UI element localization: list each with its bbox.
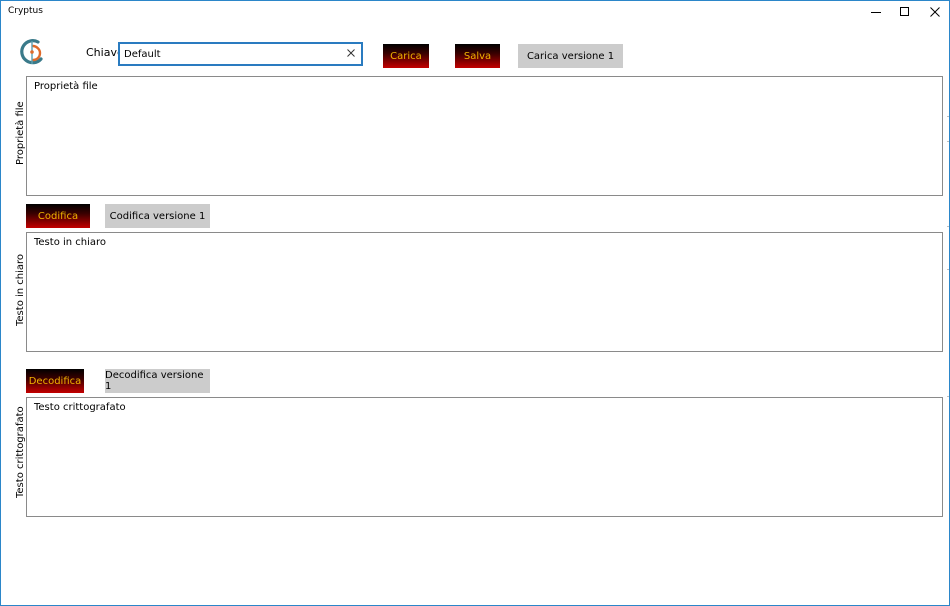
encode-button[interactable]: Codifica <box>26 204 90 228</box>
window-title: Cryptus <box>8 6 43 16</box>
file-properties-side-label: Proprietà file <box>15 101 26 165</box>
minimize-icon <box>871 12 881 13</box>
edge-tick <box>947 141 949 142</box>
edge-tick <box>947 116 949 117</box>
maximize-button[interactable] <box>890 1 920 23</box>
cipher-text-area[interactable]: Testo crittografato <box>26 397 943 517</box>
decode-v1-button[interactable]: Decodifica versione 1 <box>105 369 210 393</box>
close-button[interactable] <box>920 1 949 23</box>
edge-tick <box>947 269 949 270</box>
edge-tick <box>947 226 949 227</box>
plain-text-content: Testo in chiaro <box>34 237 107 248</box>
app-window: Cryptus Chiave Carica Salva Carica versi… <box>0 0 950 606</box>
file-properties-panel[interactable]: Proprietà file <box>26 76 943 196</box>
plain-text-side-label: Testo in chiaro <box>15 253 26 326</box>
load-button[interactable]: Carica <box>383 44 429 68</box>
close-icon <box>930 7 940 17</box>
maximize-icon <box>900 7 909 16</box>
app-logo-icon <box>17 37 47 67</box>
minimize-button[interactable] <box>861 1 891 23</box>
edge-tick <box>947 396 949 397</box>
title-bar[interactable]: Cryptus <box>1 1 949 23</box>
decode-button[interactable]: Decodifica <box>26 369 84 393</box>
file-properties-text: Proprietà file <box>34 81 98 92</box>
load-v1-button[interactable]: Carica versione 1 <box>518 44 623 68</box>
cipher-text-side-label: Testo crittografato <box>15 406 26 498</box>
save-button[interactable]: Salva <box>455 44 500 68</box>
key-input[interactable] <box>124 46 334 62</box>
plain-text-area[interactable]: Testo in chiaro <box>26 232 943 352</box>
clear-icon[interactable] <box>346 48 356 58</box>
key-field[interactable] <box>118 42 363 66</box>
cipher-text-content: Testo crittografato <box>34 402 126 413</box>
encode-v1-button[interactable]: Codifica versione 1 <box>105 204 210 228</box>
